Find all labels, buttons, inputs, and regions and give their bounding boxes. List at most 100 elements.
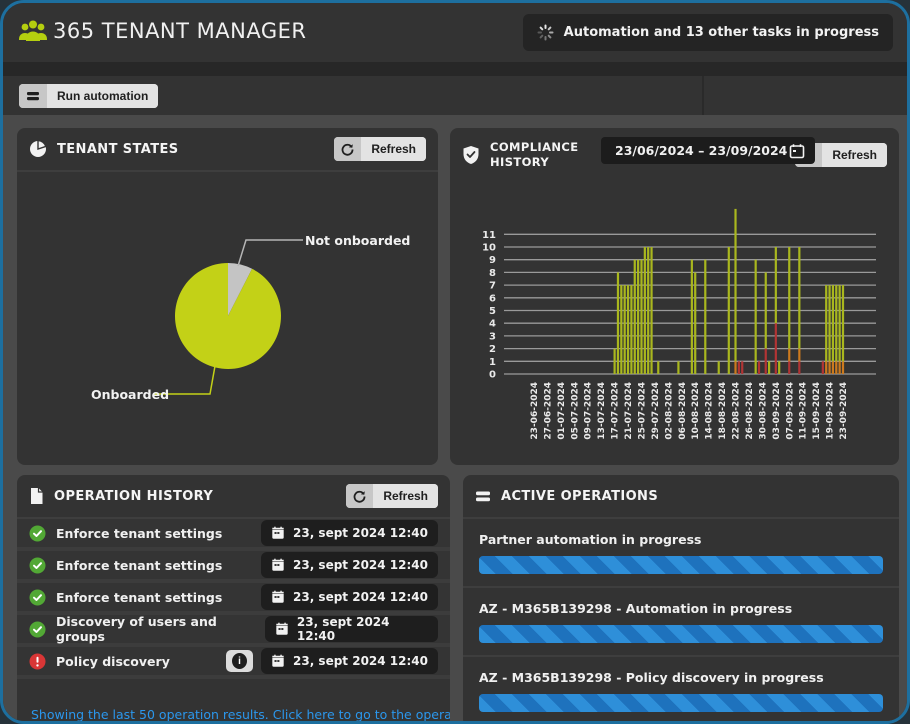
progress-bar (479, 556, 883, 574)
content-area: TENANT STATES Refresh Not onboarded Onbo… (3, 115, 907, 721)
date-range-value: 23/06/2024 – 23/09/2024 (615, 143, 789, 158)
y-tick-label: 8 (489, 268, 496, 279)
bar-segment-red (775, 323, 777, 374)
success-check-icon (29, 557, 46, 574)
bar-segment-green (828, 285, 830, 361)
operation-label: Enforce tenant settings (56, 590, 222, 605)
tenant-states-header: TENANT STATES Refresh (17, 128, 438, 172)
x-tick-label: 17-07-2024 (611, 382, 621, 440)
y-tick-label: 5 (489, 306, 496, 317)
refresh-label: Refresh (373, 484, 438, 508)
refresh-label: Refresh (822, 143, 887, 167)
operation-info-button[interactable]: i (226, 650, 253, 672)
y-tick-label: 11 (482, 230, 496, 241)
y-tick-label: 2 (489, 344, 496, 355)
compliance-title-line2: HISTORY (490, 155, 549, 169)
operation-row[interactable]: Enforce tenant settings 23, sept 2024 12… (17, 519, 450, 551)
bar-segment-red (765, 349, 767, 374)
success-check-icon (29, 621, 46, 638)
compliance-history-panel: COMPLIANCE HISTORY 23/06/2024 – 23/09/20… (450, 128, 899, 465)
bar-segment-red (798, 361, 800, 374)
bar-segment-green (640, 260, 642, 374)
pie-callout-line-not-onboarded (238, 240, 303, 266)
bar-segment-green (718, 361, 720, 374)
bar-segment-red (738, 361, 740, 374)
bar-segment-red (822, 361, 824, 374)
tenant-states-refresh-button[interactable]: Refresh (334, 137, 426, 161)
bar-segment-green (775, 247, 777, 323)
x-tick-label: 05-07-2024 (570, 382, 580, 440)
bar-segment-red (741, 361, 743, 374)
bar-segment-green (734, 209, 736, 361)
operation-label: Policy discovery (56, 654, 170, 669)
tenant-states-panel: TENANT STATES Refresh Not onboarded Onbo… (17, 128, 438, 465)
operation-history-refresh-button[interactable]: Refresh (346, 484, 438, 508)
info-icon: i (232, 653, 247, 669)
app-window: 365 TENANT MANAGER Automation a (0, 0, 910, 724)
bar-segment-orange (839, 361, 841, 374)
bar-segment-red (788, 361, 790, 374)
bar-segment-green (644, 247, 646, 374)
run-automation-button[interactable]: Run automation (19, 84, 158, 108)
tenant-states-title: TENANT STATES (57, 142, 179, 157)
bar-segment-green (694, 272, 696, 374)
refresh-label: Refresh (361, 137, 426, 161)
active-operation-label: AZ - M365B139298 - Automation in progres… (479, 601, 883, 616)
calendar-icon (275, 622, 289, 636)
x-tick-label: 11-09-2024 (799, 382, 809, 440)
bar-segment-green (842, 285, 844, 361)
operation-row[interactable]: Enforce tenant settings 23, sept 2024 12… (17, 583, 450, 615)
bar-segment-green (614, 349, 616, 374)
calendar-icon (271, 654, 285, 668)
header-separator-band (3, 62, 907, 76)
run-automation-label: Run automation (47, 84, 158, 108)
operation-row[interactable]: Enforce tenant settings 23, sept 2024 12… (17, 551, 450, 583)
x-tick-label: 10-08-2024 (691, 382, 701, 440)
bar-segment-green (627, 285, 629, 374)
operation-history-footer-link[interactable]: Showing the last 50 operation results. C… (31, 707, 450, 722)
operation-date-badge: 23, sept 2024 12:40 (265, 616, 438, 642)
x-tick-label: 14-08-2024 (705, 382, 715, 440)
x-tick-label: 02-08-2024 (664, 382, 674, 440)
operation-date-badge: 23, sept 2024 12:40 (261, 520, 438, 546)
y-tick-label: 10 (482, 243, 496, 254)
spinner-icon (537, 24, 554, 41)
bar-segment-green (657, 361, 659, 374)
bar-segment-green (691, 260, 693, 374)
x-tick-label: 15-09-2024 (812, 382, 822, 440)
bar-segment-red (758, 361, 760, 374)
operation-date-badge: 23, sept 2024 12:40 (261, 648, 438, 674)
pie-label-onboarded: Onboarded (91, 387, 151, 402)
operation-label: Discovery of users and groups (56, 614, 265, 644)
x-tick-label: 07-09-2024 (785, 382, 795, 440)
bar-segment-orange (825, 361, 827, 374)
tasks-in-progress-button[interactable]: Automation and 13 other tasks in progres… (523, 14, 893, 51)
x-tick-label: 18-08-2024 (718, 382, 728, 440)
bar-segment-orange (835, 361, 837, 374)
bar-segment-green (832, 285, 834, 361)
active-operations-header: ACTIVE OPERATIONS (463, 475, 899, 519)
bar-segment-green (778, 361, 780, 374)
bar-segment-green (617, 272, 619, 374)
calendar-icon (271, 558, 285, 572)
operation-row[interactable]: Policy discovery i 23, sept 2024 12:40 (17, 647, 450, 679)
pie-slice (175, 263, 281, 369)
operation-date-badge: 23, sept 2024 12:40 (261, 584, 438, 610)
refresh-icon (334, 137, 361, 161)
operation-history-header: OPERATION HISTORY Refresh (17, 475, 450, 519)
operation-date: 23, sept 2024 12:40 (293, 654, 428, 668)
operation-history-panel: OPERATION HISTORY Refresh Enforce tenant… (17, 475, 450, 724)
operation-row[interactable]: Discovery of users and groups 23, sept 2… (17, 615, 450, 647)
tasks-in-progress-label: Automation and 13 other tasks in progres… (564, 25, 879, 40)
y-tick-label: 7 (489, 281, 496, 292)
bar-segment-green (634, 260, 636, 374)
y-tick-label: 0 (489, 370, 496, 381)
bar-segment-green (765, 272, 767, 348)
refresh-icon (346, 484, 373, 508)
bar-segment-orange (842, 361, 844, 374)
x-tick-label: 27-06-2024 (543, 382, 553, 440)
x-tick-label: 22-08-2024 (732, 382, 742, 440)
active-operation-label: Partner automation in progress (479, 532, 883, 547)
date-range-input[interactable]: 23/06/2024 – 23/09/2024 (601, 137, 815, 164)
tasks-list-icon (19, 84, 47, 108)
